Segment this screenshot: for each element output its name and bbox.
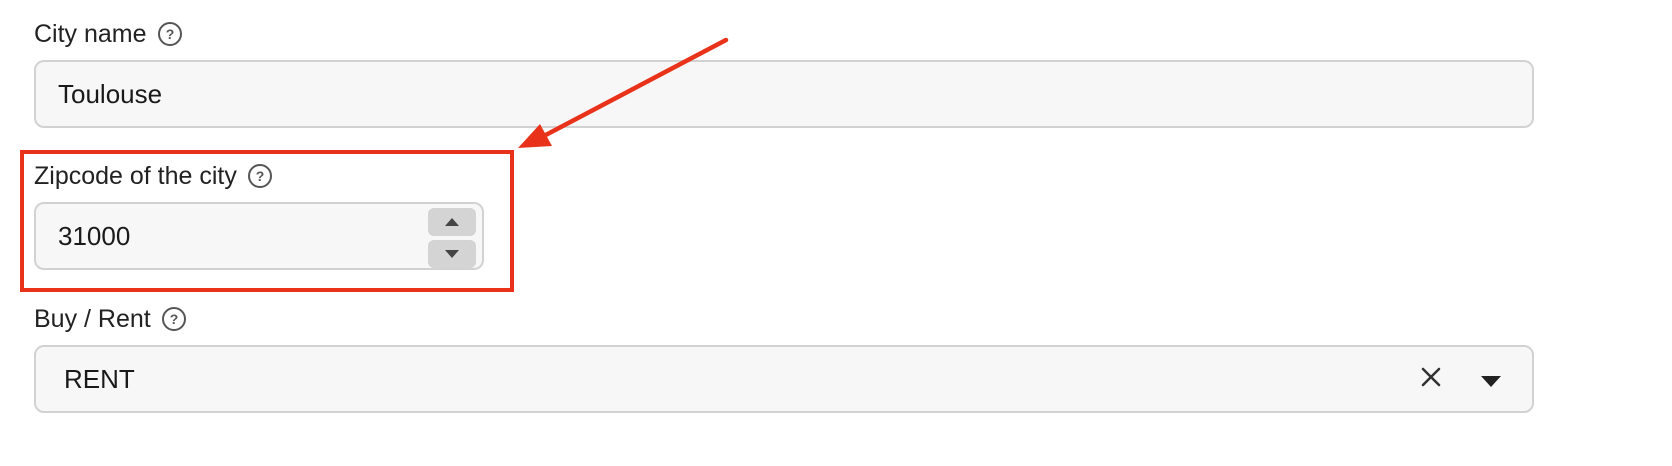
- svg-text:?: ?: [165, 26, 174, 42]
- close-icon[interactable]: [1420, 364, 1442, 395]
- buy-rent-value: RENT: [64, 363, 135, 394]
- city-name-value: Toulouse: [58, 78, 163, 109]
- svg-text:?: ?: [169, 311, 178, 327]
- buy-rent-select[interactable]: RENT: [34, 345, 1534, 413]
- help-icon[interactable]: ?: [161, 306, 187, 332]
- city-name-label: City name: [34, 19, 147, 48]
- buy-rent-label-row: Buy / Rent ?: [34, 301, 187, 337]
- select-controls: [1420, 347, 1502, 411]
- city-name-input[interactable]: Toulouse: [34, 60, 1534, 128]
- city-name-label-row: City name ?: [34, 16, 183, 52]
- buy-rent-label: Buy / Rent: [34, 304, 151, 333]
- help-icon[interactable]: ?: [157, 21, 183, 47]
- caret-down-icon[interactable]: [1480, 364, 1502, 395]
- highlight-box: [20, 150, 514, 292]
